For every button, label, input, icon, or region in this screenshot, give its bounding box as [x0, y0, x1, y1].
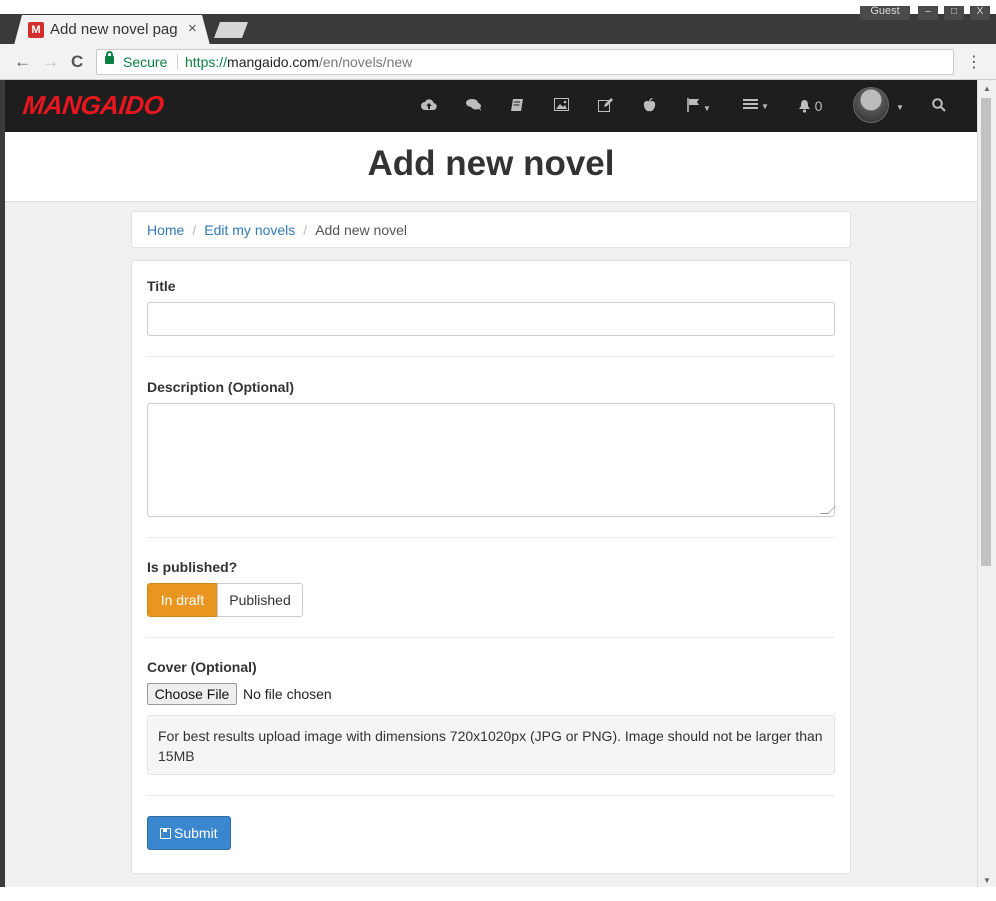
secure-label: Secure [123, 54, 168, 70]
chevron-down-icon: ▼ [761, 101, 769, 111]
submit-button[interactable]: Submit [147, 816, 231, 850]
url-scheme: https:// [185, 54, 228, 70]
avatar[interactable] [853, 87, 889, 123]
page-header: Add new novel [5, 132, 977, 202]
reload-icon[interactable]: C [71, 52, 83, 72]
choose-file-button[interactable]: Choose File [147, 683, 237, 705]
forward-icon[interactable]: → [42, 52, 59, 72]
maximize-button[interactable]: □ [944, 6, 964, 20]
breadcrumb-separator: / [303, 222, 308, 238]
scroll-down-icon[interactable]: ▼ [983, 876, 991, 885]
title-label: Title [147, 278, 176, 294]
submit-label: Submit [174, 825, 218, 841]
site-navbar: MANGAIDO ▼ ▼ 0 ▼ [5, 80, 977, 132]
tab-title: Add new novel pag [50, 21, 178, 38]
scroll-thumb[interactable] [981, 98, 991, 566]
chevron-down-icon[interactable]: ▼ [893, 99, 904, 115]
breadcrumb-edit-novels[interactable]: Edit my novels [204, 222, 295, 238]
novel-form: Title Description (Optional) Is publishe… [131, 260, 851, 874]
upload-icon[interactable] [421, 98, 437, 114]
description-label: Description (Optional) [147, 379, 294, 395]
lock-icon [105, 51, 114, 64]
close-tab-icon[interactable]: × [188, 20, 197, 37]
minimize-button[interactable]: – [918, 6, 938, 20]
breadcrumb: Home / Edit my novels / Add new novel [131, 211, 851, 248]
bottom-edge [0, 887, 996, 901]
cover-label: Cover (Optional) [147, 659, 257, 675]
flag-icon[interactable]: ▼ [687, 98, 711, 114]
new-tab-button[interactable] [214, 22, 248, 38]
published-label: Is published? [147, 559, 238, 575]
more-menu-icon[interactable]: ⋮ [966, 52, 982, 72]
menu-icon[interactable]: ▼ [743, 98, 769, 114]
close-window-button[interactable]: X [970, 6, 990, 20]
description-textarea[interactable] [147, 403, 836, 517]
title-input[interactable] [147, 302, 835, 336]
page-title: Add new novel [367, 144, 615, 183]
scroll-up-icon[interactable]: ▲ [983, 84, 991, 93]
address-bar[interactable]: Secure https://mangaido.com/en/novels/ne… [96, 49, 954, 75]
browser-toolbar: ← → C Secure https://mangaido.com/en/nov… [0, 44, 996, 80]
book-icon[interactable] [510, 98, 524, 114]
profile-button[interactable]: Guest [860, 6, 910, 20]
file-status: No file chosen [243, 686, 332, 702]
divider [147, 537, 835, 538]
breadcrumb-home[interactable]: Home [147, 222, 184, 238]
title-bar-top [0, 0, 996, 14]
browser-tab[interactable]: M Add new novel pag × [14, 15, 210, 45]
bell-icon[interactable]: 0 [798, 98, 822, 114]
apple-icon[interactable] [643, 97, 656, 114]
chevron-down-icon: ▼ [703, 103, 711, 113]
search-icon[interactable] [932, 98, 946, 114]
resize-handle-icon[interactable] [820, 506, 836, 514]
divider [177, 54, 178, 70]
notification-count: 0 [814, 98, 823, 114]
published-button[interactable]: Published [217, 583, 303, 617]
back-icon[interactable]: ← [14, 52, 31, 72]
page-scrollbar[interactable]: ▲ ▼ [977, 80, 996, 887]
divider [147, 637, 835, 638]
url-text[interactable]: https://mangaido.com/en/novels/new [185, 54, 412, 70]
draft-button[interactable]: In draft [147, 583, 218, 617]
save-icon [160, 828, 171, 839]
favicon-icon: M [28, 22, 44, 38]
breadcrumb-current: Add new novel [315, 222, 408, 238]
comments-icon[interactable] [466, 98, 482, 114]
url-path: /en/novels/new [318, 54, 413, 70]
breadcrumb-separator: / [192, 222, 197, 238]
browser-window: M Add new novel pag × Guest – □ X ← → C … [0, 0, 996, 901]
divider [147, 795, 835, 796]
image-icon[interactable] [554, 98, 569, 114]
divider [147, 356, 835, 357]
edit-icon[interactable] [598, 98, 613, 114]
site-logo[interactable]: MANGAIDO [21, 90, 165, 121]
cover-help-text: For best results upload image with dimen… [147, 715, 835, 775]
title-bar: M Add new novel pag × Guest – □ X [0, 0, 996, 45]
url-host: mangaido.com [227, 54, 319, 70]
page-viewport: MANGAIDO ▼ ▼ 0 ▼ Add new novel Home / Ed… [5, 80, 977, 887]
